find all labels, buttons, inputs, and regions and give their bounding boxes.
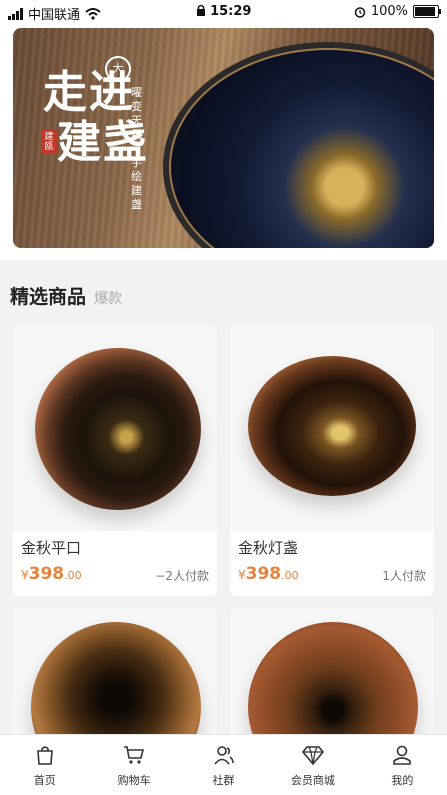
price-decimal: .00 xyxy=(64,569,82,582)
tab-label: 会员商城 xyxy=(290,774,335,787)
product-price: ¥398.00 xyxy=(238,564,299,584)
banner-vertical-text: 曜变天目·手绘建盏 xyxy=(131,86,142,211)
user-icon xyxy=(393,745,412,765)
section-subtitle[interactable]: 爆款 xyxy=(94,288,122,308)
price-currency: ¥ xyxy=(238,568,246,582)
product-image xyxy=(230,326,434,531)
promo-banner[interactable]: 大 走进 建盏 建瓯 曜变天目·手绘建盏 xyxy=(13,28,434,248)
product-image xyxy=(230,608,434,748)
product-image xyxy=(13,326,217,531)
section-header: 精选商品 爆款 xyxy=(10,282,122,309)
alarm-icon xyxy=(354,6,366,18)
battery-percent: 100% xyxy=(370,4,408,19)
cart-icon xyxy=(124,746,145,764)
product-payers: −2人付款 xyxy=(155,569,209,583)
product-card[interactable]: 金秋平口 ¥398.00 −2人付款 xyxy=(13,326,217,596)
section-title: 精选商品 xyxy=(10,286,87,308)
tab-member-mall[interactable]: 会员商城 xyxy=(268,735,357,795)
price-integer: 398 xyxy=(28,564,65,584)
product-card[interactable]: 金秋灯盏 ¥398.00 1人付款 xyxy=(230,326,434,596)
tab-profile[interactable]: 我的 xyxy=(358,735,447,795)
product-card[interactable] xyxy=(230,608,434,748)
product-price: ¥398.00 xyxy=(21,564,82,584)
battery-icon xyxy=(413,5,441,18)
status-right: 100% xyxy=(354,4,441,19)
product-name: 金秋平口 xyxy=(21,539,82,557)
tab-community[interactable]: 社群 xyxy=(179,735,268,795)
tab-label: 社群 xyxy=(212,774,235,787)
product-payers: 1人付款 xyxy=(382,569,426,583)
tab-label: 购物车 xyxy=(117,774,151,787)
price-currency: ¥ xyxy=(21,568,29,582)
time-label: 15:29 xyxy=(210,4,252,19)
price-decimal: .00 xyxy=(281,569,299,582)
bowl-photo xyxy=(248,356,416,496)
bottom-tab-bar: 首页 购物车 社群 会员商城 我的 xyxy=(0,734,447,795)
product-image xyxy=(13,608,217,748)
bowl-photo xyxy=(248,622,418,748)
bag-icon xyxy=(36,746,53,765)
tab-label: 我的 xyxy=(391,774,414,787)
banner-seal: 建瓯 xyxy=(41,130,57,154)
lock-icon xyxy=(196,4,205,16)
bowl-photo xyxy=(31,622,201,748)
product-card[interactable] xyxy=(13,608,217,748)
community-icon xyxy=(213,746,234,765)
product-name: 金秋灯盏 xyxy=(238,539,299,557)
tab-home[interactable]: 首页 xyxy=(0,735,89,795)
banner-container: 大 走进 建盏 建瓯 曜变天目·手绘建盏 xyxy=(0,24,447,260)
bowl-photo xyxy=(35,348,201,510)
tab-cart[interactable]: 购物车 xyxy=(89,735,178,795)
status-bar: 中国联通 15:29 100% xyxy=(0,0,447,24)
diamond-icon xyxy=(301,746,324,766)
price-integer: 398 xyxy=(245,564,282,584)
tab-label: 首页 xyxy=(33,774,56,787)
